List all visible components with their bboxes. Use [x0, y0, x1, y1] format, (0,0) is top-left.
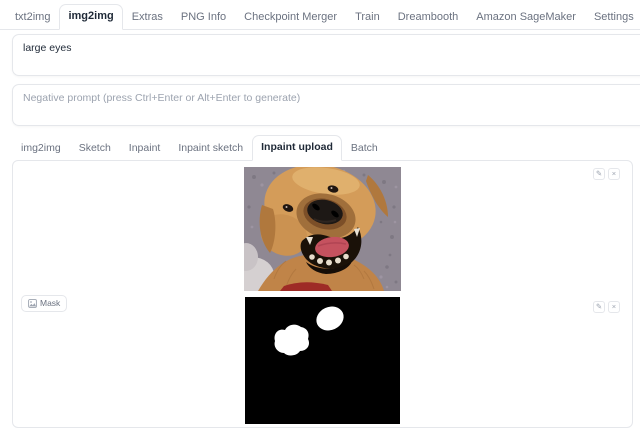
- prompt-input[interactable]: large eyes: [12, 34, 640, 77]
- main-tab-bar: txt2img img2img Extras PNG Info Checkpoi…: [0, 0, 640, 31]
- negative-prompt-input[interactable]: [12, 84, 640, 127]
- tab-checkpoint-merger[interactable]: Checkpoint Merger: [235, 5, 346, 30]
- tab-txt2img[interactable]: txt2img: [6, 5, 59, 30]
- mask-label-text: Mask: [40, 298, 61, 309]
- prompt-section: large eyes: [0, 30, 640, 127]
- tab-img2img[interactable]: img2img: [59, 4, 123, 31]
- tab-png-info[interactable]: PNG Info: [172, 5, 235, 30]
- init-image-dropzone[interactable]: ✎ ×: [13, 161, 632, 294]
- init-image-dog-photo: [244, 166, 401, 291]
- subtab-inpaint-sketch[interactable]: Inpaint sketch: [169, 136, 252, 161]
- tab-extras[interactable]: Extras: [123, 5, 172, 30]
- subtab-inpaint-upload[interactable]: Inpaint upload: [252, 135, 342, 161]
- img2img-mode-tab-bar: img2img Sketch Inpaint Inpaint sketch In…: [12, 135, 640, 161]
- close-icon[interactable]: ×: [608, 300, 620, 313]
- subtab-inpaint[interactable]: Inpaint: [120, 136, 170, 161]
- tab-dreambooth[interactable]: Dreambooth: [389, 5, 468, 30]
- edit-icon[interactable]: ✎: [593, 167, 605, 180]
- mask-image-toolbar: ✎ ×: [593, 300, 620, 313]
- tab-train[interactable]: Train: [346, 5, 389, 30]
- image-icon: [28, 298, 37, 308]
- tab-settings[interactable]: Settings: [585, 5, 640, 30]
- inpaint-upload-panel: ✎ × Mask ✎ ×: [12, 159, 633, 428]
- subtab-sketch[interactable]: Sketch: [70, 136, 120, 161]
- tab-amazon-sagemaker[interactable]: Amazon SageMaker: [467, 5, 585, 30]
- init-image-toolbar: ✎ ×: [593, 167, 620, 180]
- mask-image: [245, 296, 400, 424]
- mask-image-dropzone[interactable]: Mask ✎ ×: [13, 294, 632, 427]
- subtab-img2img[interactable]: img2img: [12, 136, 70, 161]
- subtab-batch[interactable]: Batch: [342, 136, 387, 161]
- edit-icon[interactable]: ✎: [593, 300, 605, 313]
- close-icon[interactable]: ×: [608, 167, 620, 180]
- mask-label: Mask: [21, 294, 68, 312]
